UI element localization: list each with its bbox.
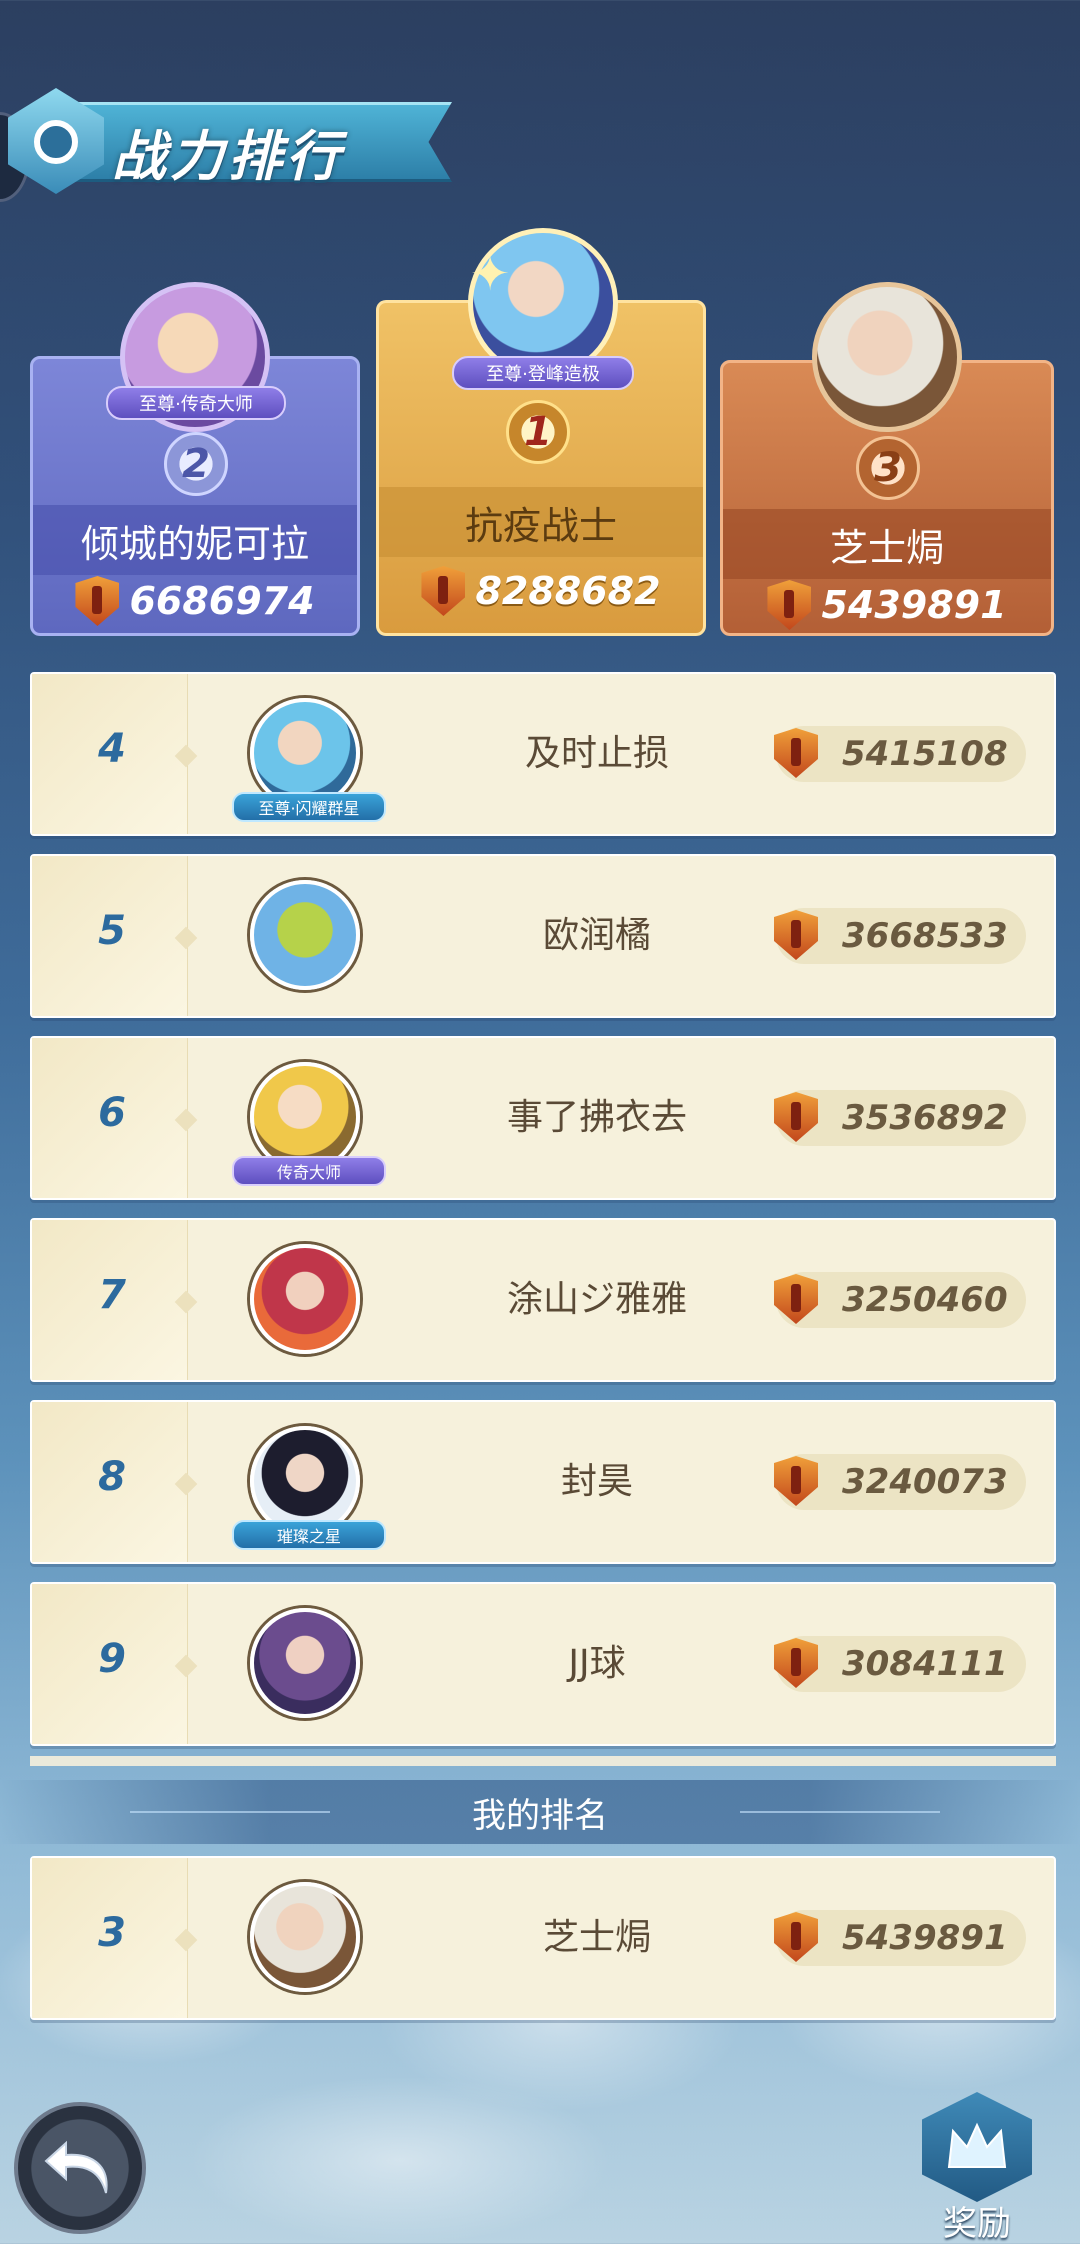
my-rank-title: 我的排名 — [472, 1795, 608, 1836]
rank-medal-3: 3 — [856, 436, 920, 500]
page-title: 战力排行 — [112, 125, 344, 188]
player-name: JJ球 — [568, 1643, 626, 1684]
title-tag: 至尊·传奇大师 — [106, 386, 286, 420]
power-value: 5415108 — [842, 734, 1008, 774]
list-row[interactable]: 6 传奇大师 事了拂衣去 3536892 — [30, 1036, 1056, 1200]
player-name: 欧润橘 — [542, 915, 651, 956]
list-row[interactable]: 7 涂山ジ雅雅 3250460 — [30, 1218, 1056, 1382]
avatar[interactable] — [250, 1608, 360, 1718]
shield-sword-icon — [774, 728, 818, 778]
avatar-badge: 璀璨之星 — [232, 1520, 386, 1550]
power-value: 3084111 — [842, 1644, 1008, 1684]
crown-icon — [947, 2122, 1007, 2168]
rank-number: 6 — [98, 1090, 126, 1136]
player-name: 及时止损 — [524, 733, 669, 774]
player-name: 芝士焗 — [542, 1917, 651, 1958]
list-scroll-edge — [30, 1756, 1056, 1766]
rank-medal-2: 2 — [164, 432, 228, 496]
rank-number: 9 — [98, 1636, 126, 1682]
title-tag: 至尊·登峰造极 — [452, 356, 634, 390]
podium-power-value: 8288682 — [475, 569, 661, 613]
list-row[interactable]: 8 璀璨之星 封昊 3240073 — [30, 1400, 1056, 1564]
rank-number: 3 — [98, 1910, 126, 1956]
avatar[interactable]: 璀璨之星 — [232, 1426, 386, 1550]
power-value: 3240073 — [842, 1462, 1008, 1502]
divider-line — [740, 1811, 940, 1813]
star-icon: ✦ — [470, 246, 511, 302]
reward-label: 奖励 — [943, 2204, 1011, 2244]
power-pill: 5439891 — [774, 1910, 1026, 1966]
list-row[interactable]: 5 欧润橘 3668533 — [30, 854, 1056, 1018]
player-name: 封昊 — [560, 1461, 633, 1502]
rank-number: 8 — [98, 1454, 126, 1500]
reward-hex — [922, 2092, 1032, 2202]
podium-power: 5439891 — [723, 575, 1051, 635]
power-pill: 3668533 — [774, 908, 1026, 964]
shield-sword-icon — [767, 580, 812, 630]
avatar[interactable] — [250, 1244, 360, 1354]
rank-number: 7 — [98, 1272, 126, 1318]
shield-sword-icon — [774, 910, 818, 960]
power-pill: 5415108 — [774, 726, 1026, 782]
power-value: 3668533 — [842, 916, 1008, 956]
title-banner: 战力排行 — [0, 82, 460, 202]
list-row[interactable]: 9 JJ球 3084111 — [30, 1582, 1056, 1746]
list-row[interactable]: 4 至尊·闪耀群星 及时止损 5415108 — [30, 672, 1056, 836]
shield-sword-icon — [774, 1638, 818, 1688]
back-button[interactable] — [14, 2102, 146, 2234]
power-pill: 3240073 — [774, 1454, 1026, 1510]
shield-sword-icon — [774, 1092, 818, 1142]
rank-number: 4 — [98, 726, 126, 772]
shield-sword-icon — [774, 1912, 818, 1962]
power-value: 5439891 — [842, 1918, 1008, 1958]
avatar[interactable] — [250, 880, 360, 990]
shield-sword-icon — [75, 576, 120, 626]
player-name: 事了拂衣去 — [506, 1097, 687, 1138]
divider-line — [130, 1811, 330, 1813]
back-arrow-icon — [44, 2140, 108, 2194]
power-pill: 3250460 — [774, 1272, 1026, 1328]
podium-power: 6686974 — [33, 571, 357, 631]
avatar-badge: 传奇大师 — [232, 1156, 386, 1186]
player-name: 涂山ジ雅雅 — [506, 1279, 687, 1320]
power-value: 3250460 — [842, 1280, 1008, 1320]
power-value: 3536892 — [842, 1098, 1008, 1138]
podium-power-value: 6686974 — [129, 579, 315, 623]
my-rank-row[interactable]: 3 芝士焗 5439891 — [30, 1856, 1056, 2020]
power-pill: 3536892 — [774, 1090, 1026, 1146]
avatar-badge: 至尊·闪耀群星 — [232, 792, 386, 822]
avatar[interactable]: 传奇大师 — [232, 1062, 386, 1186]
shield-sword-icon — [774, 1274, 818, 1324]
podium-power: 8288682 — [379, 561, 703, 621]
podium-name: 倾城的妮可拉 — [33, 505, 357, 575]
rank-number: 5 — [98, 908, 126, 954]
podium-name: 抗疫战士 — [379, 487, 703, 557]
podium-power-value: 5439891 — [821, 583, 1007, 627]
shield-sword-icon — [774, 1456, 818, 1506]
avatar[interactable]: 至尊·闪耀群星 — [232, 698, 386, 822]
shield-sword-icon — [421, 566, 466, 616]
power-pill: 3084111 — [774, 1636, 1026, 1692]
reward-button[interactable]: 奖励 — [918, 2092, 1036, 2244]
avatar-rank-3[interactable] — [812, 282, 962, 432]
podium-name: 芝士焗 — [723, 509, 1051, 579]
rank-medal-1: 1 — [506, 400, 570, 464]
avatar[interactable] — [250, 1882, 360, 1992]
